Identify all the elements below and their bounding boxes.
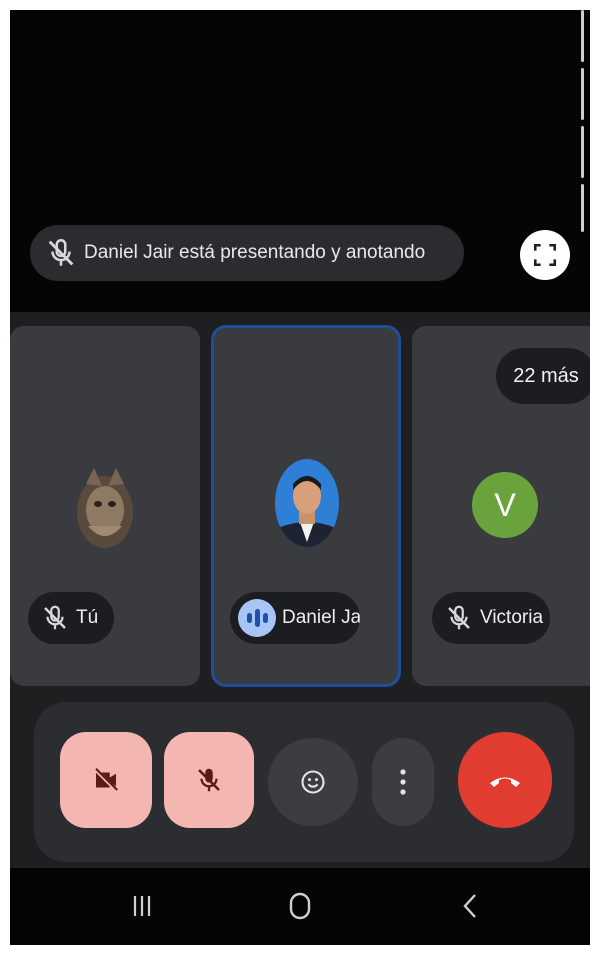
speaker-avatar-photo (275, 459, 339, 547)
mic-off-icon (198, 768, 220, 792)
scrollbar-segment (581, 184, 584, 232)
participant-name: Daniel Ja (282, 607, 360, 628)
scrollbar-segment (581, 126, 584, 178)
participant-name-pill: Tú (28, 592, 114, 644)
call-end-icon (490, 777, 520, 787)
presenter-banner: Daniel Jair está presentando y anotando (30, 225, 464, 281)
mic-off-icon (44, 605, 66, 630)
camera-toggle-button[interactable] (60, 732, 152, 828)
presentation-area[interactable]: Daniel Jair está presentando y anotando (10, 10, 590, 312)
more-vert-icon (400, 769, 406, 795)
participant-tile-speaker[interactable]: Daniel Ja (211, 325, 401, 687)
participant-name-pill: Daniel Ja (230, 592, 360, 644)
speaking-indicator-icon (238, 599, 276, 637)
participant-tile-victoria[interactable]: 22 más V Victoria (412, 326, 590, 686)
mic-off-icon (48, 238, 74, 266)
emoji-icon (301, 770, 325, 794)
microphone-toggle-button[interactable] (164, 732, 254, 828)
reactions-button[interactable] (268, 738, 358, 826)
call-controls-bar (34, 702, 574, 862)
fullscreen-button[interactable] (520, 230, 570, 280)
camera-off-icon (93, 767, 119, 793)
system-navigation-bar (10, 868, 590, 945)
presenter-banner-text: Daniel Jair está presentando y anotando (84, 242, 426, 263)
meeting-screen: Daniel Jair está presentando y anotando (10, 10, 590, 945)
more-options-button[interactable] (372, 738, 434, 826)
participant-tile-self[interactable]: Tú (10, 326, 200, 686)
scrollbar-segment (581, 68, 584, 120)
participant-name: Tú (76, 607, 99, 628)
more-participants-badge[interactable]: 22 más (496, 348, 590, 404)
home-icon (289, 892, 311, 920)
leave-call-button[interactable] (458, 732, 552, 828)
mic-off-icon (448, 605, 470, 630)
participant-name: Victoria (480, 607, 544, 628)
avatar: V (472, 472, 538, 538)
back-icon (463, 894, 476, 918)
back-button[interactable] (450, 886, 490, 926)
scrollbar-segment (581, 10, 584, 62)
recent-apps-button[interactable] (122, 886, 162, 926)
home-button[interactable] (280, 886, 320, 926)
self-avatar-image (77, 468, 133, 548)
participant-name-pill: Victoria (432, 592, 550, 644)
recent-apps-icon (133, 896, 151, 916)
fullscreen-icon (533, 243, 557, 267)
